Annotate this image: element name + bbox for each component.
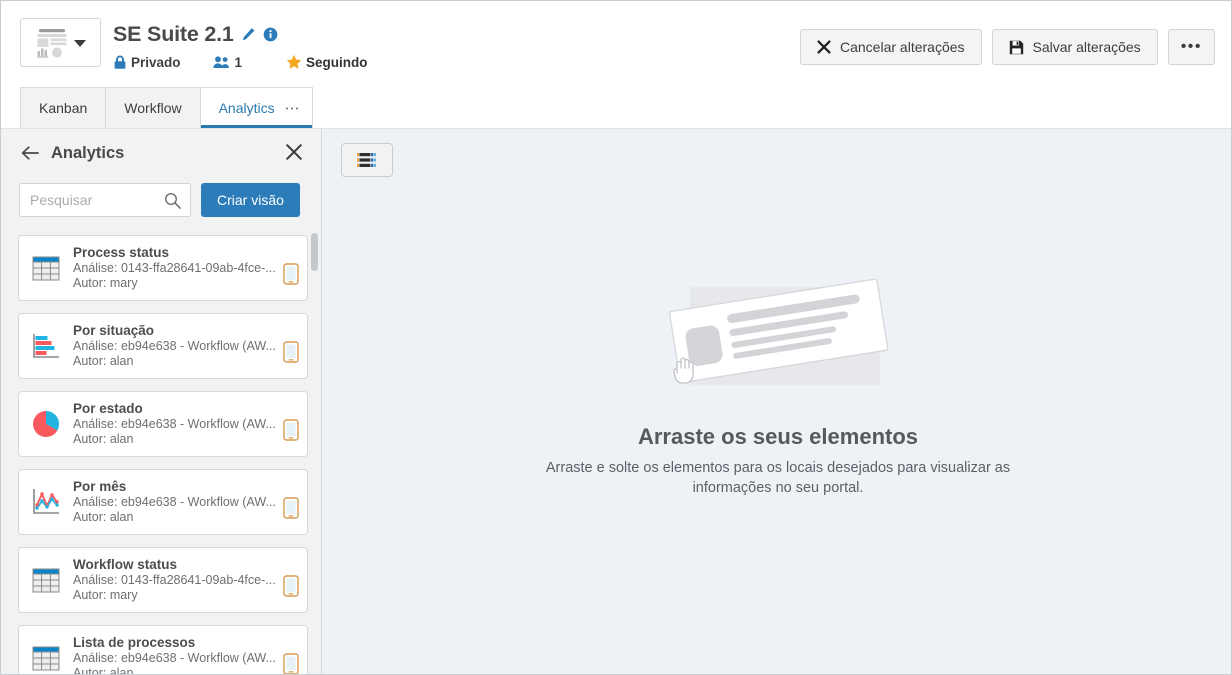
drag-card-illustration [668,278,889,385]
cancel-changes-label: Cancelar alterações [840,39,965,55]
search-icon[interactable] [164,192,181,209]
list-item-author: Autor: alan [73,666,134,675]
bar-chart-icon [33,334,59,358]
portal-canvas: Arraste os seus elementos Arraste e solt… [323,129,1231,674]
cancel-changes-button[interactable]: Cancelar alterações [800,29,982,65]
ellipsis-icon: ••• [1180,38,1202,55]
canvas-toolbar [323,129,1231,177]
application-window: SE Suite 2.1 Privado 1 Seguindo Cancelar… [0,0,1232,675]
list-item-author: Autor: mary [73,588,138,602]
list-item-analysis: Análise: eb94e638 - Workflow (AW... [73,417,276,431]
following-indicator[interactable]: Seguindo [286,54,368,70]
save-changes-label: Salvar alterações [1032,39,1141,55]
arrow-left-icon[interactable] [21,145,39,161]
line-chart-icon [33,489,59,514]
list-item-analysis: Análise: eb94e638 - Workflow (AW... [73,651,276,665]
page-header: SE Suite 2.1 Privado 1 Seguindo Cancelar… [1,1,1231,83]
tab-workflow-label: Workflow [124,100,182,116]
mobile-device-icon[interactable] [283,419,299,441]
list-item[interactable]: Workflow status Análise: 0143-ffa28641-0… [18,547,308,613]
list-item[interactable]: Por estado Análise: eb94e638 - Workflow … [18,391,308,457]
mobile-device-icon[interactable] [283,341,299,363]
list-item-text: Process status Análise: 0143-ffa28641-09… [73,245,277,291]
empty-state: Arraste os seus elementos Arraste e solt… [323,261,1231,498]
list-item-author: Autor: alan [73,432,134,446]
chevron-down-icon [73,40,86,47]
app-title-block: SE Suite 2.1 Privado 1 Seguindo [113,20,368,72]
list-item-text: Lista de processos Análise: eb94e638 - W… [73,635,277,675]
list-item-title: Por estado [73,401,143,416]
create-view-button[interactable]: Criar visão [201,183,300,217]
table-chart-icon [32,646,60,671]
list-item[interactable]: Por mês Análise: eb94e638 - Workflow (AW… [18,469,308,535]
mobile-device-icon[interactable] [283,653,299,675]
list-item-title: Lista de processos [73,635,196,650]
close-panel-icon[interactable] [285,143,303,161]
vertical-dots-icon[interactable]: ⋮ [284,101,301,115]
list-item-title: Process status [73,245,170,260]
header-actions: Cancelar alterações Salvar alterações ••… [800,29,1215,65]
panel-scrollbar[interactable] [311,233,318,673]
star-icon [286,54,302,69]
list-item-analysis: Análise: eb94e638 - Workflow (AW... [73,495,276,509]
panel-search-row: Criar visão [1,177,321,223]
list-item[interactable]: Process status Análise: 0143-ffa28641-09… [18,235,308,301]
mobile-device-icon[interactable] [283,263,299,285]
mobile-device-icon[interactable] [283,497,299,519]
privacy-label: Privado [131,54,181,70]
privacy-indicator: Privado [113,55,181,70]
panel-title: Analytics [51,143,125,162]
list-item-text: Workflow status Análise: 0143-ffa28641-0… [73,557,277,603]
tab-kanban-label: Kanban [39,100,88,116]
list-item-text: Por mês Análise: eb94e638 - Workflow (AW… [73,479,277,525]
info-circle-icon[interactable] [263,27,278,42]
workspace-body: Analytics Criar visão [1,128,1231,675]
pie-chart-icon [33,410,60,437]
floppy-disk-icon [1009,40,1023,54]
analytics-panel: Analytics Criar visão [1,129,322,675]
list-item[interactable]: Lista de processos Análise: eb94e638 - W… [18,625,308,675]
members-count: 1 [234,54,243,70]
tab-list: Kanban Workflow Analytics ⋮ [20,87,313,128]
users-icon [212,56,229,68]
list-item[interactable]: Por situação Análise: eb94e638 - Workflo… [18,313,308,379]
tab-workflow[interactable]: Workflow [106,87,201,128]
tab-bar: Kanban Workflow Analytics ⋮ [1,87,1231,128]
app-logo-icon [36,28,66,58]
list-item-text: Por situação Análise: eb94e638 - Workflo… [73,323,277,369]
list-layout-icon [357,153,376,167]
table-chart-icon [32,256,60,281]
list-item-author: Autor: alan [73,510,134,524]
tab-kanban[interactable]: Kanban [20,87,107,128]
members-indicator: 1 [212,54,243,70]
analytics-view-list[interactable]: Process status Análise: 0143-ffa28641-09… [1,229,321,675]
tab-analytics[interactable]: Analytics ⋮ [200,87,313,128]
mobile-device-icon[interactable] [283,575,299,597]
tab-analytics-label: Analytics [218,100,275,116]
list-item-title: Workflow status [73,557,178,572]
layout-options-button[interactable] [341,143,393,177]
list-item-author: Autor: mary [73,276,138,290]
close-x-icon [817,40,831,54]
following-label: Seguindo [306,54,368,70]
save-changes-button[interactable]: Salvar alterações [991,29,1158,65]
list-item-analysis: Análise: 0143-ffa28641-09ab-4fce-... [73,261,276,275]
page-title: SE Suite 2.1 [113,21,234,46]
list-item-analysis: Análise: 0143-ffa28641-09ab-4fce-... [73,573,276,587]
panel-header: Analytics [1,129,321,177]
list-item-analysis: Análise: eb94e638 - Workflow (AW... [73,339,276,353]
empty-state-subtitle: Arraste e solte os elementos para os loc… [545,460,1011,496]
list-item-title: Por situação [73,323,155,338]
search-box[interactable] [19,183,191,217]
empty-state-title: Arraste os seus elementos [637,424,919,449]
pencil-icon[interactable] [241,27,256,42]
list-item-text: Por estado Análise: eb94e638 - Workflow … [73,401,277,447]
more-options-button[interactable]: ••• [1167,29,1215,65]
list-item-author: Autor: alan [73,354,134,368]
list-item-title: Por mês [73,479,127,494]
scrollbar-thumb[interactable] [311,233,318,271]
table-chart-icon [32,568,60,593]
lock-icon [114,55,126,69]
app-logo-selector[interactable] [20,18,101,67]
